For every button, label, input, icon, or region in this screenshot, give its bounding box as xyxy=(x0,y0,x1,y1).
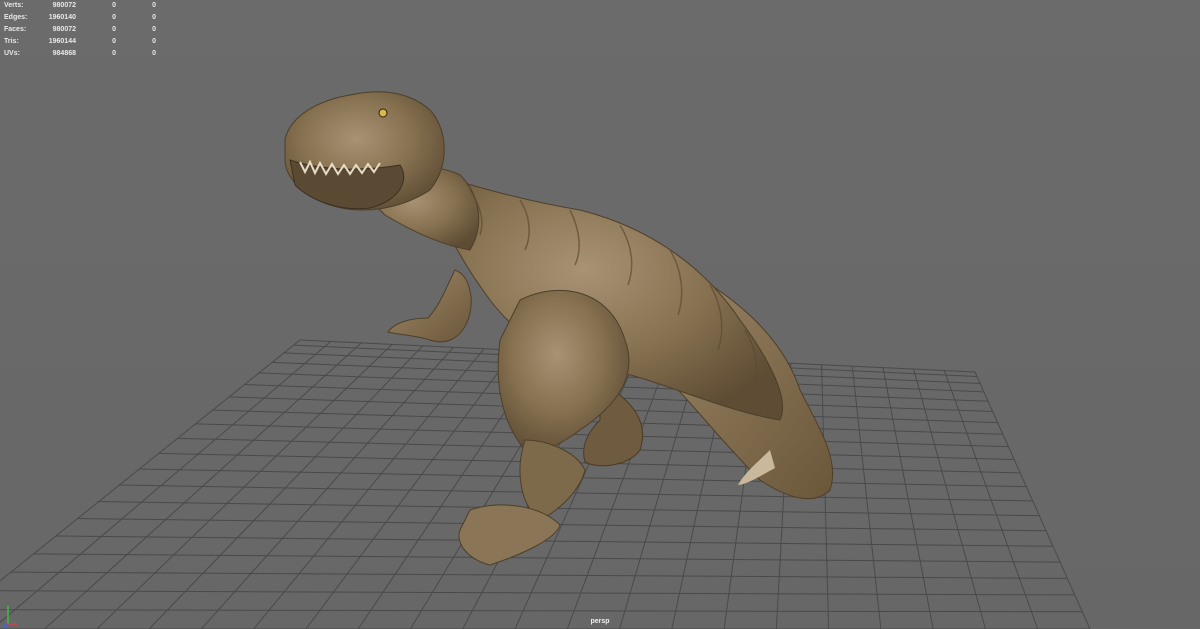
hud-row: Edges: 1960140 0 0 xyxy=(4,12,164,24)
hud-value: 0 xyxy=(152,2,156,9)
axis-gizmo-icon xyxy=(3,606,18,628)
hud-value: 0 xyxy=(152,26,156,33)
hud-value: 0 xyxy=(152,38,156,45)
hud-row: Verts: 980072 0 0 xyxy=(4,0,164,12)
camera-name-label: persp xyxy=(590,618,610,625)
hud-value: 0 xyxy=(152,14,156,21)
hud-row: Faces: 980072 0 0 xyxy=(4,24,164,36)
heads-up-display: Verts: 980072 0 0 Edges: 1960140 0 0 Faces: 98007… xyxy=(4,0,164,60)
trex-arm xyxy=(387,269,472,343)
hud-row: Tris: 1960144 0 0 xyxy=(4,36,164,48)
hud-value: 0 xyxy=(152,50,156,57)
trex-eye xyxy=(378,108,388,118)
perspective-viewport[interactable]: Verts: 980072 0 0 Edges: 1960140 0 0 Faces: 98007… xyxy=(0,0,1200,629)
trex-model[interactable] xyxy=(0,0,1200,629)
trex-near-foot xyxy=(458,504,561,566)
hud-row: UVs: 984868 0 0 xyxy=(4,48,164,60)
trex-near-shin xyxy=(519,439,586,521)
